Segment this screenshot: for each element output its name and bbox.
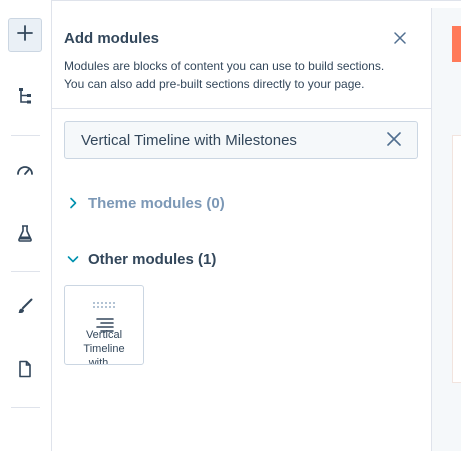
other-modules-label: Other modules (1) bbox=[88, 250, 217, 268]
panel-header: Add modules Modules are blocks of conten… bbox=[52, 8, 431, 109]
preview-accent-block bbox=[452, 26, 461, 62]
top-divider bbox=[51, 0, 461, 1]
left-sidebar bbox=[0, 0, 52, 451]
chevron-down-icon bbox=[66, 252, 80, 266]
theme-modules-toggle[interactable]: Theme modules (0) bbox=[66, 192, 225, 214]
preview-section bbox=[452, 135, 461, 383]
optimize-button[interactable] bbox=[8, 155, 42, 189]
tree-structure-icon bbox=[17, 87, 33, 110]
search-value[interactable]: Vertical Timeline with Milestones bbox=[81, 132, 297, 149]
add-button[interactable] bbox=[8, 18, 42, 52]
module-card-label: Vertical Timeline with… bbox=[83, 329, 125, 365]
test-button[interactable] bbox=[8, 218, 42, 252]
rail-divider bbox=[11, 271, 40, 272]
speedometer-icon bbox=[16, 162, 34, 183]
drag-handle-icon bbox=[93, 295, 117, 308]
page-settings-button[interactable] bbox=[8, 354, 42, 388]
clear-search-button[interactable] bbox=[385, 131, 403, 151]
module-card-vertical-timeline[interactable]: Vertical Timeline with… bbox=[64, 285, 144, 365]
rail-divider bbox=[11, 135, 40, 136]
other-modules-toggle[interactable]: Other modules (1) bbox=[66, 248, 216, 270]
add-modules-panel: Add modules Modules are blocks of conten… bbox=[52, 8, 431, 451]
panel-description: Modules are blocks of content you can us… bbox=[64, 59, 385, 91]
panel-title: Add modules bbox=[64, 30, 160, 47]
flask-icon bbox=[17, 224, 33, 247]
plus-icon bbox=[16, 24, 34, 47]
tree-view-button[interactable] bbox=[8, 81, 42, 115]
close-icon bbox=[394, 31, 406, 49]
document-icon bbox=[17, 360, 33, 383]
close-panel-button[interactable] bbox=[390, 30, 410, 50]
close-icon bbox=[387, 131, 401, 151]
editor-page: Add modules Modules are blocks of conten… bbox=[0, 0, 461, 451]
theme-modules-label: Theme modules (0) bbox=[88, 194, 225, 212]
chevron-right-icon bbox=[66, 196, 80, 210]
design-button[interactable] bbox=[8, 291, 42, 325]
module-search-input[interactable]: Vertical Timeline with Milestones bbox=[64, 121, 418, 159]
rail-divider bbox=[11, 407, 40, 408]
brush-icon bbox=[16, 297, 34, 320]
